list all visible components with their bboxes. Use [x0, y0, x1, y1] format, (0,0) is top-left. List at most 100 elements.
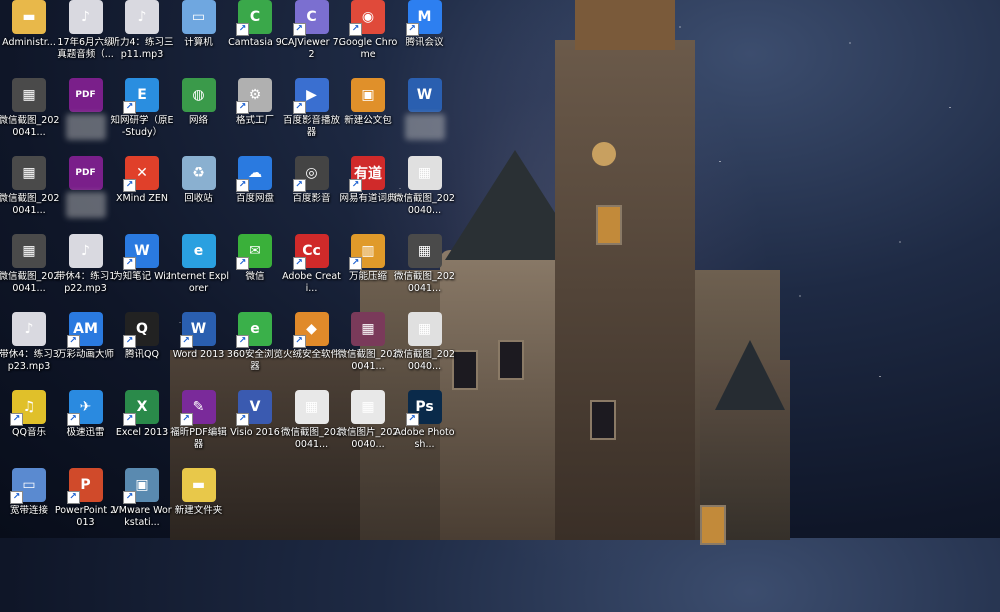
desktop-icon[interactable]: ▦ 微信图片_2020040... — [338, 390, 398, 462]
baidu-player-icon: ▶ ↗ — [292, 78, 329, 114]
desktop-icon[interactable]: Q ↗ 腾讯QQ — [113, 312, 171, 384]
desktop-icon-label: 微信 — [245, 271, 265, 282]
desktop-icon[interactable]: ▦ 微信截图_2020040... — [394, 156, 455, 228]
shortcut-arrow-icon: ↗ — [236, 257, 249, 270]
desktop-icon[interactable]: ⚙ ↗ 格式工厂 — [226, 78, 284, 150]
desktop-icon[interactable]: ▦ 微信截图_2020041... — [394, 234, 455, 306]
shortcut-arrow-icon: ↗ — [349, 179, 362, 192]
desktop-icon[interactable]: ♪ 带休4：练习1 p22.mp3 — [56, 234, 115, 306]
shortcut-arrow-icon: ↗ — [123, 491, 136, 504]
image-file-icon: ▦ — [351, 312, 385, 346]
desktop-icon[interactable]: ▣ 新建公文包 — [339, 78, 397, 150]
desktop-icon[interactable]: ▦ 微信截图_2020040... — [394, 312, 455, 384]
qq-music-icon: ♫ ↗ — [10, 390, 46, 426]
wechat-icon: ✉ ↗ — [236, 234, 272, 270]
shortcut-arrow-icon: ↗ — [236, 101, 249, 114]
cnki-estudy-icon: E ↗ — [123, 78, 159, 114]
desktop-icon[interactable]: ◉ ↗ Google Chrome — [339, 0, 397, 72]
desktop-icon-label: 微信截图_2020040... — [394, 349, 455, 372]
desktop-icon[interactable]: e Internet Explorer — [168, 234, 229, 306]
shortcut-arrow-icon: ↗ — [123, 413, 136, 426]
desktop-icon-label: 微信截图_2020041... — [0, 271, 60, 294]
desktop-icon-label: Adobe Creati... — [282, 271, 341, 294]
blurred-label — [65, 114, 106, 140]
desktop-icon[interactable]: C ↗ CAJViewer 7.2 — [281, 0, 342, 72]
desktop-icon-label: 微信截图_2020041... — [0, 115, 60, 138]
desktop-icon[interactable]: W ↗ Word 2013 — [170, 312, 228, 384]
desktop-icon[interactable]: ☁ ↗ 百度网盘 — [226, 156, 284, 228]
desktop-icon-label: 知网研学（原E-Study） — [110, 115, 174, 138]
desktop-icon[interactable]: ✕ ↗ XMind ZEN — [113, 156, 171, 228]
baidu-netdisk-icon: ☁ ↗ — [236, 156, 272, 192]
desktop-icon[interactable]: Cc ↗ Adobe Creati... — [282, 234, 341, 306]
desktop-icon[interactable]: ▦ 微信截图_2020041... — [338, 312, 398, 384]
image-file-icon: ▦ — [407, 312, 442, 346]
desktop-icon[interactable]: M ↗ 腾讯会议 — [396, 0, 454, 72]
desktop-icon[interactable]: ▦ 微信截图_2020041... — [0, 234, 60, 306]
desktop-icon[interactable]: 有道 ↗ 网易有道词典 — [339, 156, 397, 228]
desktop-icon[interactable]: ◍ 网络 — [170, 78, 228, 150]
desktop-icon-label: 宽带连接 — [9, 505, 48, 516]
xmind-icon: ✕ ↗ — [123, 156, 159, 192]
desktop-icon[interactable]: ✈ ↗ 极速迅雷 — [57, 390, 115, 462]
baidu-video-icon: ◎ ↗ — [292, 156, 329, 192]
desktop-icon[interactable]: W — [396, 78, 454, 150]
shortcut-arrow-icon: ↗ — [405, 413, 419, 426]
desktop-icon[interactable]: ♫ ↗ QQ音乐 — [0, 390, 58, 462]
desktop-icon[interactable]: ✉ ↗ 微信 — [226, 234, 284, 306]
desktop-icon[interactable]: E ↗ 知网研学（原E-Study） — [110, 78, 174, 150]
vmware-icon: ▣ ↗ — [123, 468, 159, 504]
desktop-icon-label: 百度影音 — [292, 193, 331, 204]
desktop-icon[interactable]: ♪ 听力4：练习三p11.mp3 — [110, 0, 174, 72]
desktop-icon[interactable]: ▬ 新建文件夹 — [170, 468, 228, 540]
desktop-icon[interactable]: ▭ ↗ 宽带连接 — [0, 468, 58, 540]
desktop-icon-label: Administr... — [2, 37, 56, 48]
desktop-icon[interactable]: ▥ ↗ 万能压缩 — [339, 234, 397, 306]
shortcut-arrow-icon: ↗ — [66, 491, 80, 504]
image-file-icon: ▦ — [407, 156, 442, 190]
desktop-icon-label: 腾讯QQ — [125, 349, 159, 360]
shortcut-arrow-icon: ↗ — [292, 179, 306, 192]
desktop-icon[interactable]: C ↗ Camtasia 9 — [226, 0, 284, 72]
desktop-icon-label: Google Chrome — [338, 37, 398, 60]
desktop-icon[interactable]: V ↗ Visio 2016 — [226, 390, 284, 462]
broadband-icon: ▭ ↗ — [10, 468, 46, 504]
desktop-icon[interactable]: PDF — [57, 156, 115, 228]
desktop-icon-label: 新建文件夹 — [174, 505, 223, 516]
desktop-icon[interactable]: ▬ Administr... — [0, 0, 58, 72]
mp3-file-icon: ♪ — [68, 234, 103, 268]
desktop-icon[interactable]: ♻ 回收站 — [170, 156, 228, 228]
mp3-file-icon: ♪ — [125, 0, 159, 34]
desktop-icon[interactable]: AM ↗ 万彩动画大师 — [57, 312, 115, 384]
desktop-icon[interactable]: X ↗ Excel 2013 — [113, 390, 171, 462]
desktop-icon[interactable]: ▭ 计算机 — [170, 0, 228, 72]
desktop-icon[interactable]: ▣ ↗ VMware Workstati... — [112, 468, 172, 540]
desktop-icon[interactable]: ▶ ↗ 百度影音播放器 — [283, 78, 341, 150]
desktop-icon-label: 格式工厂 — [235, 115, 274, 126]
shortcut-arrow-icon: ↗ — [10, 491, 23, 504]
xunlei-icon: ✈ ↗ — [66, 390, 103, 426]
excel-icon: X ↗ — [123, 390, 159, 426]
desktop-icon[interactable]: ▦ 微信截图_2020041... — [0, 156, 59, 228]
desktop-icon[interactable]: e ↗ 360安全浏览器 — [226, 312, 284, 384]
desktop-icon[interactable]: P ↗ PowerPoint 2013 — [54, 468, 117, 540]
desktop-icon[interactable]: ♪ 带休4：练习3 p23.mp3 — [0, 312, 59, 384]
desktop-icon[interactable]: Ps ↗ Adobe Photosh... — [394, 390, 455, 462]
desktop-icon[interactable]: ✎ ↗ 福昕PDF编辑器 — [170, 390, 228, 462]
desktop-icon-label: PowerPoint 2013 — [54, 505, 117, 528]
desktop-icon[interactable]: ▦ 微信截图_2020041... — [0, 78, 60, 150]
desktop-icon[interactable]: ▦ 微信截图_2020041... — [281, 390, 342, 462]
desktop-icon[interactable]: W ↗ 为知笔记 Wiz — [113, 234, 171, 306]
desktop-icon-label: 微信截图_2020041... — [281, 427, 342, 450]
blurred-label — [65, 192, 106, 218]
desktop-icon[interactable]: ♪ 17年6月六级真题音频（... — [57, 0, 115, 72]
desktop-icon[interactable]: ◎ ↗ 百度影音 — [283, 156, 341, 228]
camtasia-icon: C ↗ — [236, 0, 272, 36]
pdf-file-icon: PDF — [68, 78, 103, 112]
desktop-icon-label: 微信截图_2020041... — [394, 271, 455, 294]
shortcut-arrow-icon: ↗ — [236, 23, 249, 36]
desktop-icon[interactable]: ◆ ↗ 火绒安全软件 — [283, 312, 341, 384]
desktop-icon-label: 网易有道词典 — [339, 193, 397, 204]
desktop-icon-label: VMware Workstati... — [112, 505, 172, 528]
desktop-icon[interactable]: PDF — [57, 78, 115, 150]
